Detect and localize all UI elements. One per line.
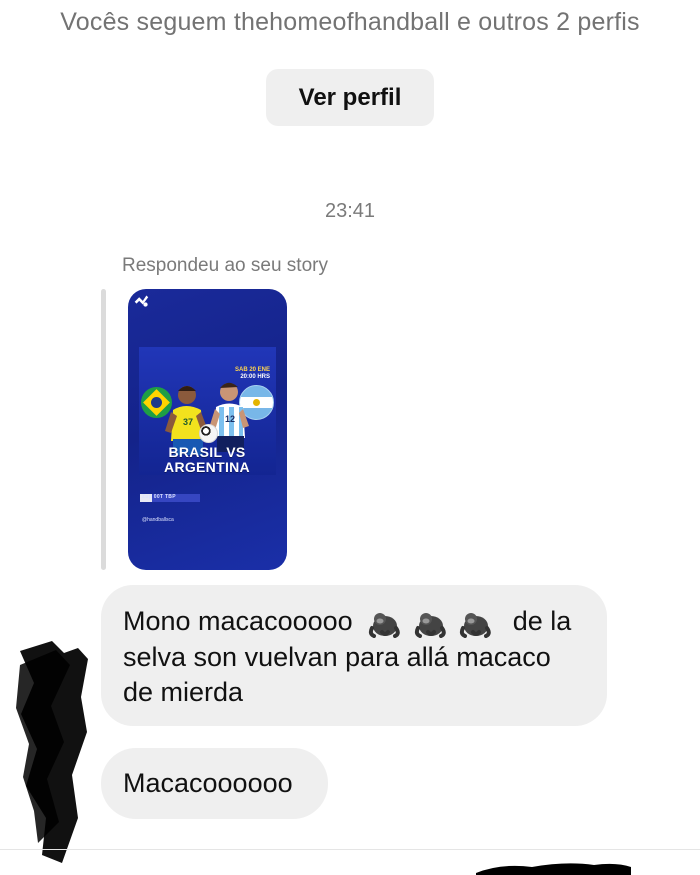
redacted-bottom-marker: [476, 863, 631, 875]
gorilla-emoji-group: [368, 605, 497, 640]
mutual-follow-text: Vocês seguem thehomeofhandball e outros …: [60, 8, 640, 36]
story-title-line-1: BRASIL VS: [168, 444, 246, 460]
story-reply-icon: [134, 295, 149, 307]
handball-icon: [199, 424, 218, 443]
message-bubble[interactable]: Mono macacooooo de la selva son vuelvan …: [101, 585, 607, 726]
story-title-line-2: ARGENTINA: [164, 459, 250, 475]
story-stripe-text: Zup 00T TBP: [142, 494, 176, 500]
gorilla-icon: [414, 613, 446, 639]
gorilla-icon: [369, 613, 400, 639]
thread-divider: [0, 849, 700, 850]
story-graphic-panel: SAB 20 ENE 20:00 HRS 37 12 BRASIL VS ARG…: [139, 347, 276, 475]
reply-indicator-bar: [101, 289, 106, 570]
top-cutoff-mark: [315, 0, 329, 2]
message-timestamp: 23:41: [324, 200, 376, 222]
story-match-title: BRASIL VS ARGENTINA: [145, 445, 269, 475]
gorilla-icon: [460, 613, 491, 639]
message-bubble[interactable]: Macacoooooo: [101, 748, 328, 819]
story-handle-text: @handballsca: [142, 517, 174, 523]
message-text-before-emoji: Mono macacooooo: [123, 606, 353, 636]
message-thread-screen: Vocês seguem thehomeofhandball e outros …: [0, 0, 700, 875]
story-reply-label: Respondeu ao seu story: [122, 255, 328, 276]
redacted-avatar-marker: [16, 641, 88, 863]
message-text: Mono macacooooo de la selva son vuelvan …: [123, 604, 587, 710]
message-text: Macacoooooo: [123, 768, 293, 798]
svg-text:12: 12: [225, 414, 235, 424]
svg-text:37: 37: [183, 417, 193, 427]
view-profile-button[interactable]: Ver perfil: [266, 69, 434, 126]
story-date-text: SAB 20 ENE: [234, 367, 270, 373]
story-preview-card[interactable]: SAB 20 ENE 20:00 HRS 37 12 BRASIL VS ARG…: [128, 289, 287, 570]
